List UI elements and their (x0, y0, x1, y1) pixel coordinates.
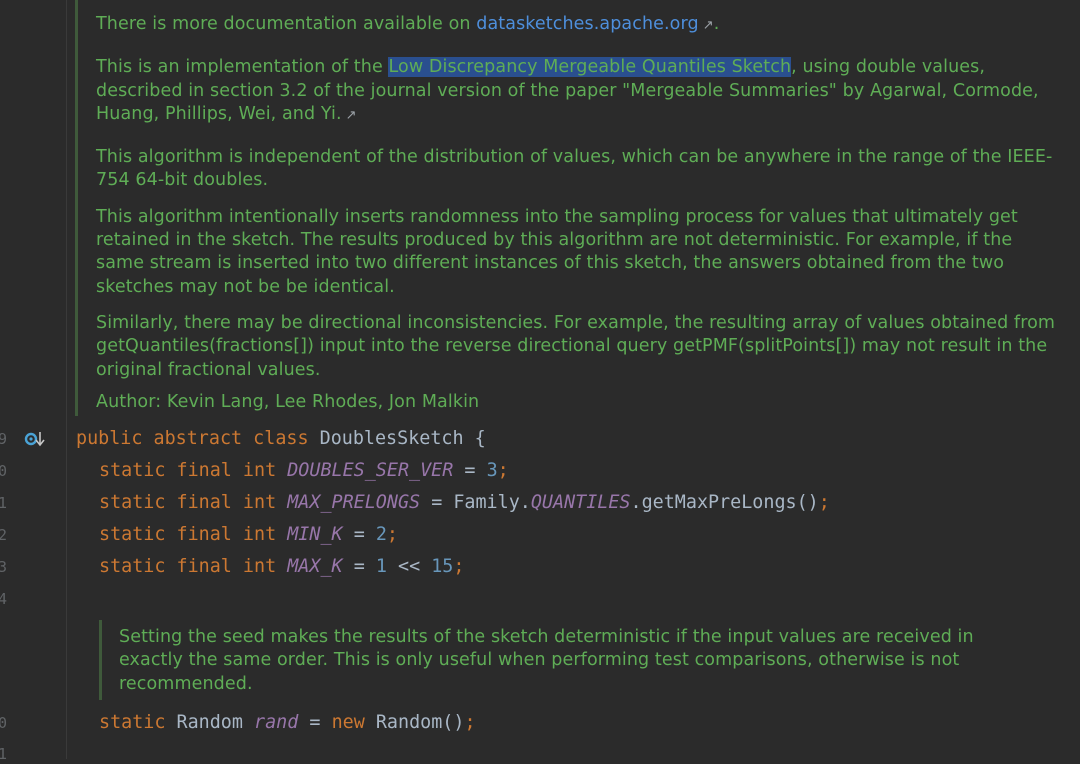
class-name: DoublesSketch (319, 428, 464, 449)
doc-text: This is an implementation of the (96, 57, 389, 78)
keyword: new (331, 712, 365, 733)
semicolon: ; (386, 524, 398, 545)
doc-comment-bar (99, 620, 102, 700)
field-name: MAX_PRELONGS (287, 492, 421, 513)
operator: = (309, 712, 321, 733)
field-name: MIN_K (287, 524, 343, 545)
operator: << (398, 556, 421, 577)
doc-paragraph: This is an implementation of the Low Dis… (96, 56, 1056, 127)
doc-comment-seed: Setting the seed makes the results of th… (119, 626, 1039, 696)
method-call: .getMaxPreLongs() (630, 492, 819, 513)
operator: = (431, 492, 443, 513)
line-number: 4 (0, 590, 8, 608)
line-number: 0 (0, 462, 8, 480)
modifiers: static final int (99, 556, 277, 577)
doc-paragraph: This algorithm is independent of the dis… (96, 147, 1053, 191)
doc-paragraph: This algorithm intentionally inserts ran… (96, 206, 1018, 297)
operator: = (353, 524, 365, 545)
field-name: MAX_K (287, 556, 343, 577)
field-name: DOUBLES_SER_VER (287, 460, 454, 481)
doc-paragraph: There is more documentation available on… (96, 13, 1056, 37)
operator: = (353, 556, 365, 577)
constructor-call: Random() (375, 712, 465, 733)
type-name: Random (176, 712, 243, 733)
external-link-icon: ↗ (702, 18, 714, 33)
external-link-icon: ↗ (345, 107, 357, 123)
doc-link-lowdiscrepancy[interactable]: Low Discrepancy Mergeable Quantiles Sket… (388, 57, 792, 78)
doc-text: There is more documentation available on (96, 14, 477, 34)
doc-comment-top: There is more documentation available on… (96, 13, 1056, 414)
doc-text: . (713, 14, 720, 34)
number: 3 (486, 460, 498, 481)
doc-comment-bar (75, 0, 78, 416)
keyword: public (76, 428, 143, 449)
semicolon: ; (818, 492, 830, 513)
code-line-field[interactable]: static final int MAX_PRELONGS = Family.Q… (99, 491, 830, 515)
modifiers: static final int (99, 524, 277, 545)
implemented-by-icon[interactable] (24, 429, 46, 449)
code-line-field[interactable]: static final int DOUBLES_SER_VER = 3; (99, 459, 509, 483)
line-number: 9 (0, 430, 8, 448)
code-line-field[interactable]: static final int MAX_K = 1 << 15; (99, 555, 464, 579)
modifiers: static final int (99, 460, 277, 481)
number: 15 (431, 556, 454, 577)
doc-paragraph: Setting the seed makes the results of th… (119, 627, 974, 694)
semicolon: ; (464, 712, 476, 733)
doc-author: Author: Kevin Lang, Lee Rhodes, Jon Malk… (96, 391, 480, 412)
line-number: 1 (0, 745, 8, 763)
line-number: 2 (0, 526, 8, 544)
keyword: abstract (153, 428, 243, 449)
line-number: 0 (0, 714, 8, 732)
keyword: static (99, 712, 166, 733)
line-number: 3 (0, 558, 8, 576)
code-line-class-decl[interactable]: public abstract class DoublesSketch { (76, 427, 486, 451)
semicolon: ; (497, 460, 509, 481)
editor-gutter: 9 0 1 2 3 4 0 1 (0, 0, 66, 763)
modifiers: static final int (99, 492, 277, 513)
line-number: 1 (0, 494, 8, 512)
keyword: class (253, 428, 309, 449)
doc-paragraph: Similarly, there may be directional inco… (96, 312, 1056, 380)
number: 1 (375, 556, 387, 577)
field-name: rand (254, 712, 299, 733)
operator: = (464, 460, 476, 481)
code-line-field[interactable]: static final int MIN_K = 2; (99, 523, 398, 547)
enum-constant: QUANTILES (530, 492, 631, 513)
gutter-divider (66, 0, 67, 759)
semicolon: ; (453, 556, 465, 577)
brace: { (474, 428, 486, 449)
doc-link-datasketches[interactable]: datasketches.apache.org (476, 14, 698, 34)
code-line-rand[interactable]: static Random rand = new Random(); (99, 711, 476, 735)
number: 2 (375, 524, 387, 545)
class-ref: Family. (453, 492, 531, 513)
